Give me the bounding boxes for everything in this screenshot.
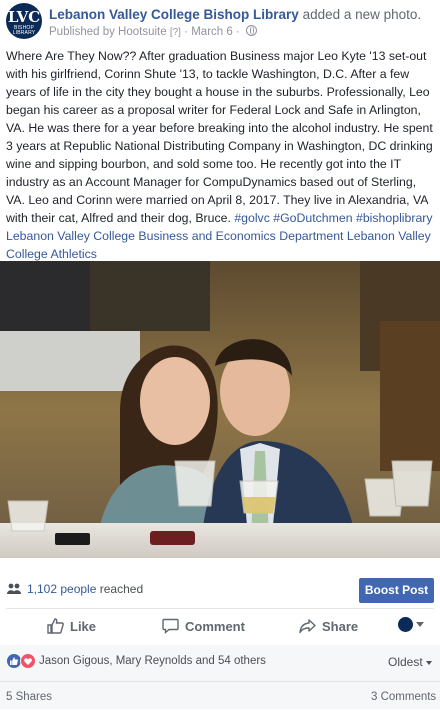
divider [0,681,440,682]
published-by[interactable]: Published by Hootsuite [49,26,167,38]
meta-separator-2: · [235,26,240,38]
heart-reaction-icon[interactable] [20,653,36,669]
photo-illustration [0,261,440,558]
comment-sort-dropdown[interactable]: Oldest [388,655,432,669]
caption-text: Where Are They Now?? After graduation Bu… [6,49,433,225]
post-actions: Like Comment Share [0,611,440,641]
comment-label: Comment [185,619,245,634]
page-avatar[interactable]: LVC BISHOP LIBRARY [6,3,42,39]
help-mark[interactable]: [?] [170,27,181,38]
hashtag-link[interactable]: #bishoplibrary [356,211,433,225]
page-name-link[interactable]: Lebanon Valley College Bishop Library [49,7,299,22]
like-button[interactable]: Like [47,618,96,634]
meta-separator: · [184,26,189,38]
share-arrow-icon [299,619,316,634]
divider [6,608,434,609]
post-photo[interactable] [0,261,440,558]
share-button[interactable]: Share [299,618,358,634]
reactions-bar: Jason Gigous, Mary Reynolds and 54 other… [0,645,440,709]
speech-bubble-icon [162,618,179,635]
reach-label: reached [99,582,144,596]
people-icon [7,582,21,597]
share-label: Share [322,619,359,634]
avatar-monogram: LVC [7,8,41,26]
reach-count[interactable]: 1,102 people [27,582,96,596]
shares-count[interactable]: 5 Shares [6,691,52,703]
post-caption: Where Are They Now?? After graduation Bu… [6,47,434,263]
post-date[interactable]: March 6 [191,26,233,38]
comments-count[interactable]: 3 Comments [371,691,436,703]
post-title-line: Lebanon Valley College Bishop Library ad… [49,7,421,22]
tag-link[interactable]: Lebanon Valley College [6,229,135,243]
like-reaction-icon[interactable] [7,654,21,668]
post-meta-line: Published by Hootsuite [?] · March 6 · [49,25,258,38]
reach-stat: 1,102 people reached [27,582,143,596]
boost-post-button[interactable]: Boost Post [359,578,434,603]
page-avatar-mini [398,617,413,633]
post-action-text: added a new photo. [302,7,422,22]
avatar-subtext: BISHOP LIBRARY [12,25,36,36]
thumbs-up-icon [47,618,64,634]
reaction-names[interactable]: Jason Gigous, Mary Reynolds and 54 other… [39,655,266,667]
sort-label: Oldest [388,655,423,669]
chevron-down-icon [416,622,424,628]
chevron-down-icon [425,660,432,665]
hashtag-link[interactable]: #GoDutchmen [273,211,352,225]
like-label: Like [70,619,97,634]
comment-button[interactable]: Comment [162,618,245,635]
tag-link[interactable]: Business and Economics Department [138,229,343,243]
globe-icon[interactable] [246,25,258,36]
post-as-selector[interactable] [398,616,424,634]
hashtag-link[interactable]: #golvc [234,211,270,225]
post-header: LVC BISHOP LIBRARY Lebanon Valley Colleg… [0,0,440,44]
